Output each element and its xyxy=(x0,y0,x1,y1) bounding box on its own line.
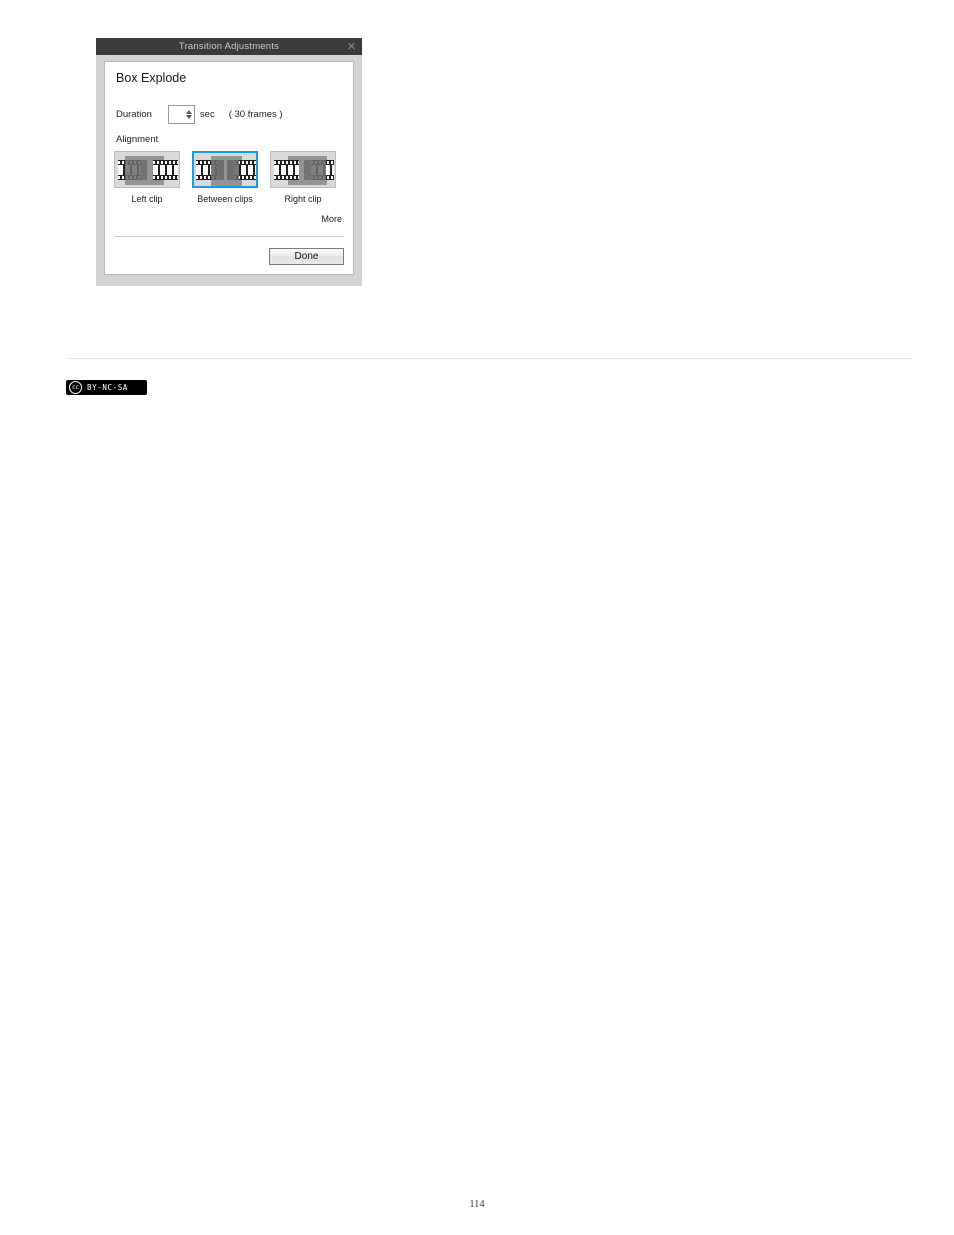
alignment-option-label: Left clip xyxy=(131,194,163,204)
dialog-divider xyxy=(114,236,344,237)
alignment-option-between-clips[interactable]: Between clips xyxy=(192,151,258,204)
dialog-title: Transition Adjustments xyxy=(178,40,280,52)
cc-logo-icon: cc xyxy=(69,381,82,394)
arrow-up-icon[interactable] xyxy=(186,109,193,114)
alignment-option-left-clip[interactable]: Left clip xyxy=(114,151,180,204)
creative-commons-badge[interactable]: cc BY-NC-SA xyxy=(66,380,147,395)
close-icon[interactable]: ✕ xyxy=(346,41,357,52)
page-number: 114 xyxy=(469,1199,485,1210)
filmstrip-left-clip-icon[interactable] xyxy=(114,151,180,188)
arrow-down-icon[interactable] xyxy=(186,114,193,119)
alignment-option-label: Between clips xyxy=(197,194,253,204)
alignment-option-label: Right clip xyxy=(284,194,322,204)
duration-row: Duration sec ( 30 frames ) xyxy=(116,104,283,124)
duration-label: Duration xyxy=(116,108,152,120)
alignment-option-right-clip[interactable]: Right clip xyxy=(270,151,336,204)
cc-license-text: BY-NC-SA xyxy=(87,383,128,392)
dialog-titlebar[interactable]: Transition Adjustments ✕ xyxy=(96,38,362,55)
dialog-body: Box Explode Duration sec ( 30 frames ) A… xyxy=(104,61,354,275)
alignment-options: Left clip Between clips Right clip xyxy=(114,151,336,204)
duration-frames-label: ( 30 frames ) xyxy=(228,108,283,120)
alignment-label: Alignment xyxy=(116,134,159,145)
filmstrip-right-clip-icon[interactable] xyxy=(270,151,336,188)
panel-title: Box Explode xyxy=(116,71,187,85)
duration-stepper[interactable] xyxy=(167,104,195,124)
more-link[interactable]: More xyxy=(321,214,342,224)
filmstrip-between-clips-icon[interactable] xyxy=(192,151,258,188)
done-button[interactable]: Done xyxy=(269,248,344,265)
transition-adjustments-dialog: Transition Adjustments ✕ Box Explode Dur… xyxy=(96,38,362,286)
duration-spinner-arrows[interactable] xyxy=(185,106,194,123)
page-divider xyxy=(68,358,912,359)
duration-unit-label: sec xyxy=(199,108,215,120)
